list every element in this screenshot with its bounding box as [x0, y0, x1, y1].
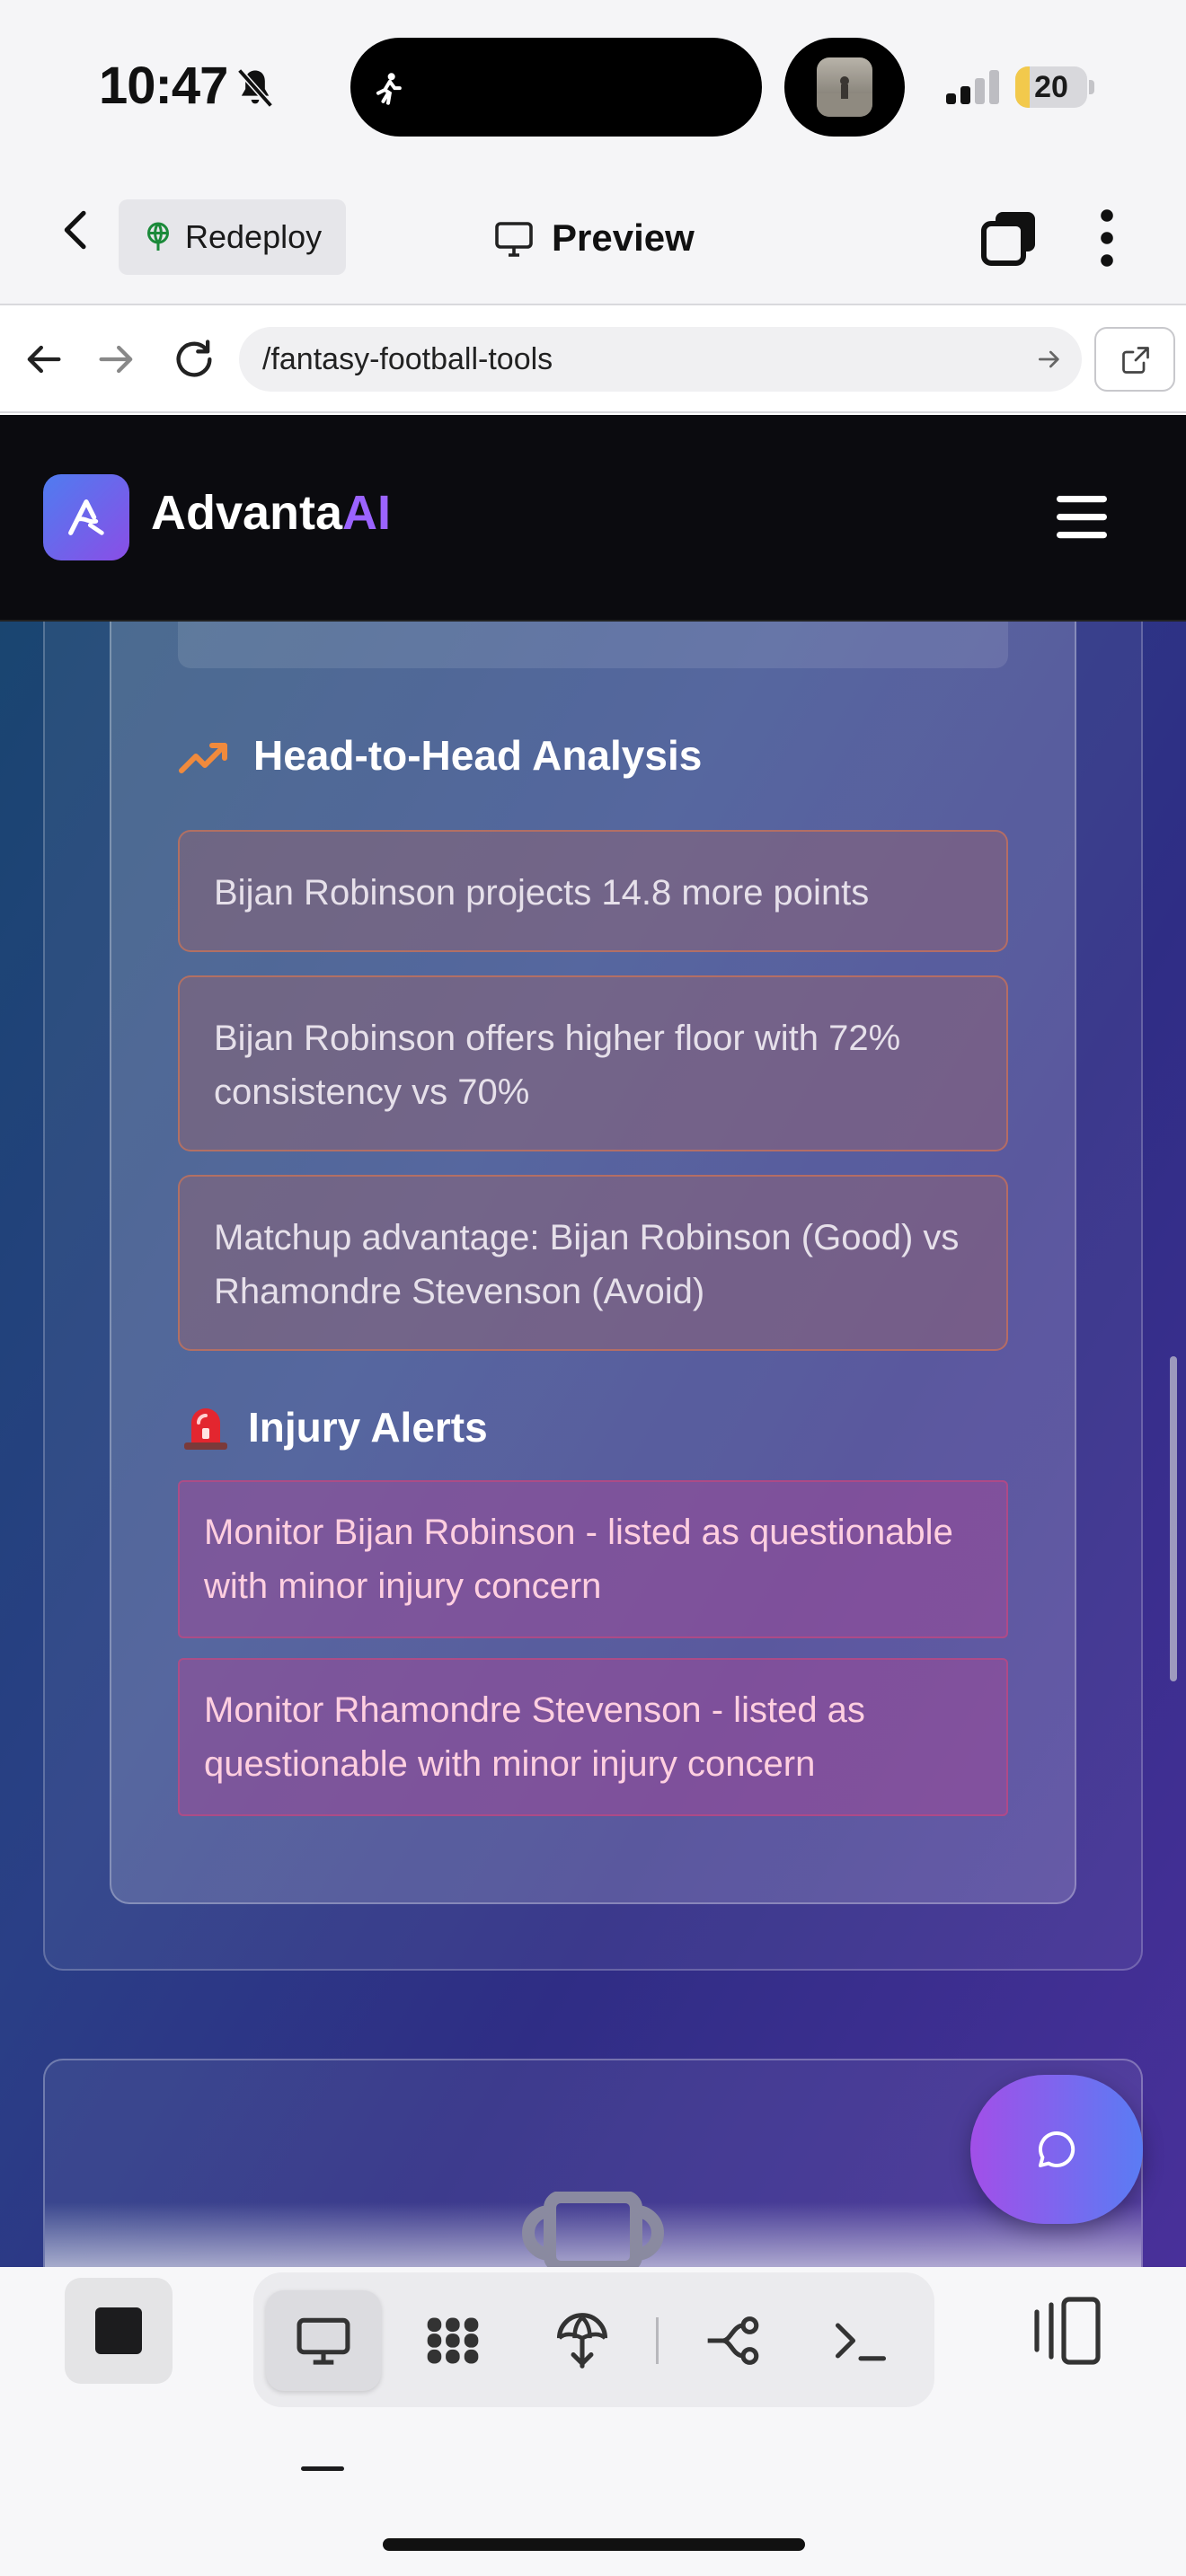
brand-name[interactable]: AdvantaAI: [151, 485, 391, 541]
web-preview: Head-to-Head Analysis Bijan Robinson pro…: [0, 415, 1186, 2267]
status-time: 10:47: [99, 57, 228, 115]
redeploy-label: Redeploy: [185, 218, 323, 255]
bottom-toolbar: [0, 2267, 1186, 2576]
logo-badge[interactable]: [43, 474, 129, 560]
arrow-right-small-icon[interactable]: [1035, 345, 1064, 374]
brand-accent: AI: [342, 486, 392, 540]
stop-icon: [95, 2307, 142, 2354]
h2h-item-text: Matchup advantage: Bijan Robinson (Good)…: [214, 1218, 960, 1311]
monitor-icon: [495, 222, 533, 257]
injury-alerts-title: Injury Alerts: [248, 1404, 488, 1451]
site-header: AdvantaAI: [0, 415, 1186, 622]
globe-icon: [147, 222, 169, 251]
album-art: [817, 57, 872, 117]
monitor-icon: [296, 2317, 350, 2365]
url-bar: /fantasy-football-tools: [0, 305, 1186, 413]
h2h-item-text: Bijan Robinson offers higher floor with …: [214, 1019, 901, 1112]
h2h-item-text: Bijan Robinson projects 14.8 more points: [214, 873, 870, 913]
preview-label: Preview: [552, 216, 695, 259]
url-input[interactable]: /fantasy-football-tools: [239, 327, 1082, 392]
battery-level: 20: [1034, 70, 1068, 104]
tool-deploy[interactable]: [525, 2290, 640, 2391]
branch-icon: [707, 2316, 759, 2365]
injury-alert-text: Monitor Bijan Robinson - listed as quest…: [204, 1513, 953, 1606]
signal-icon: [946, 70, 999, 104]
siren-icon: [184, 1408, 227, 1450]
deploy-icon: [556, 2313, 608, 2369]
chat-button[interactable]: [970, 2075, 1143, 2224]
brand-main: Advanta: [151, 486, 343, 540]
h2h-item: Bijan Robinson offers higher floor with …: [178, 975, 1008, 1151]
dynamic-island: [350, 38, 762, 137]
battery-icon: 20: [1015, 66, 1096, 108]
arrow-left-icon[interactable]: [20, 336, 66, 383]
tool-preview[interactable]: [266, 2290, 381, 2391]
chat-bubble-icon: [1039, 2130, 1075, 2167]
stop-button[interactable]: [65, 2278, 173, 2384]
tool-grid[interactable]: [395, 2290, 510, 2391]
head-to-head-title: Head-to-Head Analysis: [253, 732, 703, 779]
logo-icon: [68, 499, 104, 535]
tool-terminal[interactable]: [803, 2290, 918, 2391]
tool-group: [253, 2272, 934, 2407]
trophy-icon: [522, 2192, 664, 2267]
arrow-right-icon[interactable]: [93, 336, 140, 383]
bell-slash-icon: [237, 68, 273, 108]
status-bar: 10:47 20: [0, 0, 1186, 171]
active-tool-indicator: [301, 2466, 344, 2471]
hamburger-icon[interactable]: [1057, 494, 1107, 541]
grid-icon: [427, 2317, 479, 2364]
external-link-icon: [1122, 347, 1149, 374]
scrollbar-thumb[interactable]: [1170, 1356, 1177, 1681]
vertical-ellipsis-icon[interactable]: [1089, 207, 1125, 269]
open-external-button[interactable]: [1094, 327, 1175, 392]
injury-alert-item: Monitor Bijan Robinson - listed as quest…: [178, 1480, 1008, 1638]
h2h-item: Matchup advantage: Bijan Robinson (Good)…: [178, 1175, 1008, 1351]
tool-branch[interactable]: [676, 2290, 791, 2391]
trending-up-icon: [179, 743, 227, 773]
app-header: Redeploy Preview: [0, 171, 1186, 305]
terminal-icon: [835, 2323, 887, 2361]
injury-alert-item: Monitor Rhamondre Stevenson - listed as …: [178, 1658, 1008, 1816]
home-indicator: [383, 2538, 805, 2551]
reload-icon[interactable]: [171, 336, 217, 383]
url-text: /fantasy-football-tools: [262, 342, 553, 376]
runner-icon: [376, 73, 402, 105]
tabs-icon[interactable]: [979, 208, 1039, 268]
panel-toggle-icon[interactable]: [1033, 2294, 1102, 2368]
chevron-left-icon[interactable]: [52, 205, 102, 255]
h2h-item: Bijan Robinson projects 14.8 more points: [178, 830, 1008, 952]
redeploy-button[interactable]: Redeploy: [119, 199, 346, 275]
injury-alert-text: Monitor Rhamondre Stevenson - listed as …: [204, 1690, 865, 1784]
toolbar-divider: [656, 2317, 659, 2364]
